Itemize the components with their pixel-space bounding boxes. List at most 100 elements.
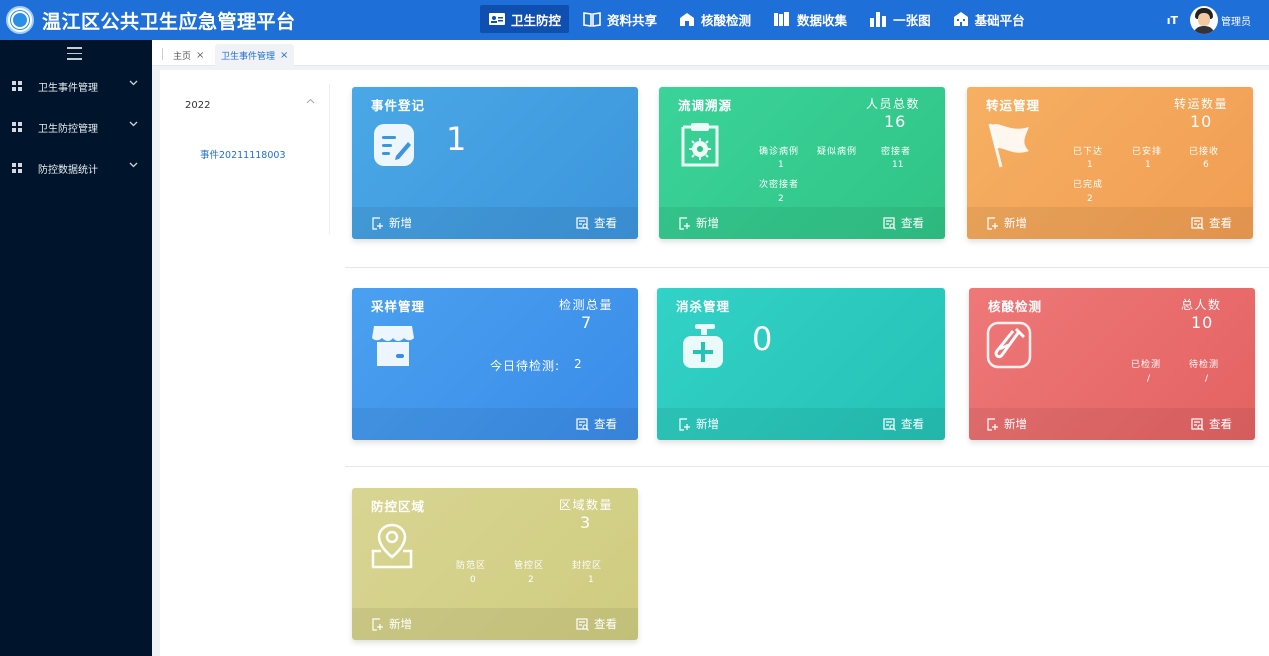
- card-title: 流调溯源: [678, 98, 733, 113]
- sub-close-label: 次密接者: [759, 180, 800, 190]
- top-header: 温江区公共卫生应急管理平台 卫生防控 资料共享 核酸检测 数据收集 一张图 基础…: [0, 0, 1269, 40]
- main-content: 2022 事件20211118003 事件登记 1 新增 查看 流调溯源 人员总…: [160, 70, 1269, 656]
- sidebar-item-health-prevention[interactable]: 卫生防控管理: [0, 117, 152, 137]
- tab-label: 卫生事件管理: [221, 51, 276, 62]
- chevron-down-icon: [129, 80, 138, 86]
- card-epi-trace: 流调溯源 人员总数 16 确诊病例 1 疑似病例 密接者 11 次密接者 2 新…: [659, 87, 945, 239]
- nav-item-health-prevention[interactable]: 卫生防控: [480, 5, 570, 33]
- sidebar-item-prevention-stats[interactable]: 防控数据统计: [0, 158, 152, 178]
- nav-item-data-share[interactable]: 资料共享: [574, 5, 665, 33]
- tab-health-event[interactable]: 卫生事件管理 ×: [215, 44, 295, 66]
- event-tree: 2022 事件20211118003: [160, 70, 330, 656]
- nav-item-one-map[interactable]: 一张图: [860, 5, 939, 33]
- row-divider: [345, 267, 1269, 268]
- nav-item-nucleic-test[interactable]: 核酸检测: [670, 5, 759, 33]
- test-tube-icon: [986, 321, 1032, 369]
- book-icon: [583, 12, 601, 27]
- grid-icon: [12, 122, 22, 132]
- id-card-icon: [489, 13, 505, 25]
- sidebar-item-health-event[interactable]: 卫生事件管理: [0, 76, 152, 96]
- view-doc-icon: [1191, 417, 1204, 431]
- total-label: 检测总量: [559, 298, 614, 312]
- header-right: ıT 管理员: [1167, 0, 1269, 40]
- avatar[interactable]: [1190, 6, 1218, 34]
- close-contact-value: 11: [892, 160, 904, 170]
- received-label: 已接收: [1189, 147, 1220, 157]
- form-edit-icon: [374, 124, 414, 166]
- tree-event-item[interactable]: 事件20211118003: [200, 147, 286, 161]
- font-size-icon[interactable]: ıT: [1167, 14, 1178, 27]
- confirmed-label: 确诊病例: [759, 147, 800, 157]
- sidebar: 卫生事件管理 卫生防控管理 防控数据统计: [0, 40, 152, 656]
- card-nucleic-test: 核酸检测 总人数 10 已检测 / 待检测 / 新增 查看: [969, 288, 1255, 440]
- add-doc-icon: [372, 216, 383, 230]
- tested-label: 已检测: [1131, 360, 1162, 370]
- logo-icon: [6, 6, 34, 34]
- total-value: 16: [884, 112, 907, 131]
- card-title: 核酸检测: [988, 299, 1043, 314]
- add-button[interactable]: 新增: [678, 416, 719, 432]
- card-title: 事件登记: [371, 98, 426, 113]
- card-footer: 新增 查看: [352, 207, 638, 239]
- view-button[interactable]: 查看: [576, 616, 617, 632]
- chevron-down-icon: [129, 121, 138, 127]
- close-icon[interactable]: ×: [280, 50, 288, 61]
- arranged-value: 1: [1145, 160, 1151, 170]
- view-button[interactable]: 查看: [883, 215, 924, 231]
- add-button[interactable]: 新增: [986, 416, 1027, 432]
- add-doc-icon: [679, 216, 690, 230]
- chevron-down-icon: [129, 162, 138, 168]
- grid-icon: [12, 163, 22, 173]
- disinfection-count: 0: [752, 320, 773, 358]
- tab-home[interactable]: 主页 ×: [173, 44, 204, 66]
- total-label: 总人数: [1181, 298, 1222, 312]
- view-button[interactable]: 查看: [576, 215, 617, 231]
- nav-label: 卫生防控: [511, 12, 562, 28]
- store-icon: [372, 326, 414, 366]
- close-icon[interactable]: ×: [196, 50, 204, 61]
- card-sampling: 采样管理 检测总量 7 今日待检测: 2 查看: [352, 288, 638, 440]
- nav-label: 数据收集: [797, 12, 848, 28]
- view-button[interactable]: 查看: [1191, 416, 1232, 432]
- card-event-register: 事件登记 1 新增 查看: [352, 87, 638, 239]
- add-doc-icon: [987, 216, 998, 230]
- nav-label: 核酸检测: [701, 12, 752, 28]
- view-button[interactable]: 查看: [883, 416, 924, 432]
- nav-label: 基础平台: [974, 12, 1025, 28]
- total-value: 10: [1191, 313, 1214, 332]
- chevron-up-icon[interactable]: [306, 98, 315, 104]
- row-divider: [345, 466, 1269, 467]
- card-title: 防控区域: [371, 499, 426, 514]
- view-doc-icon: [576, 617, 589, 631]
- view-doc-icon: [576, 417, 589, 431]
- card-footer: 新增 查看: [969, 408, 1255, 440]
- user-name[interactable]: 管理员: [1221, 13, 1251, 28]
- tree-year[interactable]: 2022: [185, 100, 210, 111]
- event-count: 1: [446, 120, 467, 158]
- card-transport: 转运管理 转运数量 10 已下达 1 已安排 1 已接收 6 已完成 2 新增 …: [967, 87, 1253, 239]
- card-title: 转运管理: [986, 98, 1041, 113]
- sidebar-item-label: 防控数据统计: [38, 165, 98, 176]
- done-value: 2: [1087, 194, 1093, 204]
- total-value: 3: [580, 513, 592, 532]
- sanitizer-icon: [683, 324, 723, 368]
- nav-item-data-collect[interactable]: 数据收集: [764, 5, 855, 33]
- view-button[interactable]: 查看: [576, 416, 617, 432]
- hamburger-icon[interactable]: [67, 47, 82, 64]
- issued-label: 已下达: [1073, 147, 1104, 157]
- tree-divider: [329, 84, 330, 234]
- view-doc-icon: [1191, 216, 1204, 230]
- total-value: 10: [1190, 112, 1213, 131]
- add-button[interactable]: 新增: [986, 215, 1027, 231]
- pending-value: /: [1205, 374, 1209, 384]
- add-button[interactable]: 新增: [371, 215, 412, 231]
- prevent-zone-label: 防范区: [456, 561, 487, 571]
- manage-zone-value: 2: [528, 575, 534, 585]
- add-button[interactable]: 新增: [371, 616, 412, 632]
- sidebar-item-label: 卫生防控管理: [38, 124, 98, 135]
- card-footer: 新增 查看: [967, 207, 1253, 239]
- card-footer: 新增 查看: [352, 608, 638, 640]
- nav-item-base-platform[interactable]: 基础平台: [944, 5, 1033, 33]
- view-button[interactable]: 查看: [1191, 215, 1232, 231]
- add-button[interactable]: 新增: [678, 215, 719, 231]
